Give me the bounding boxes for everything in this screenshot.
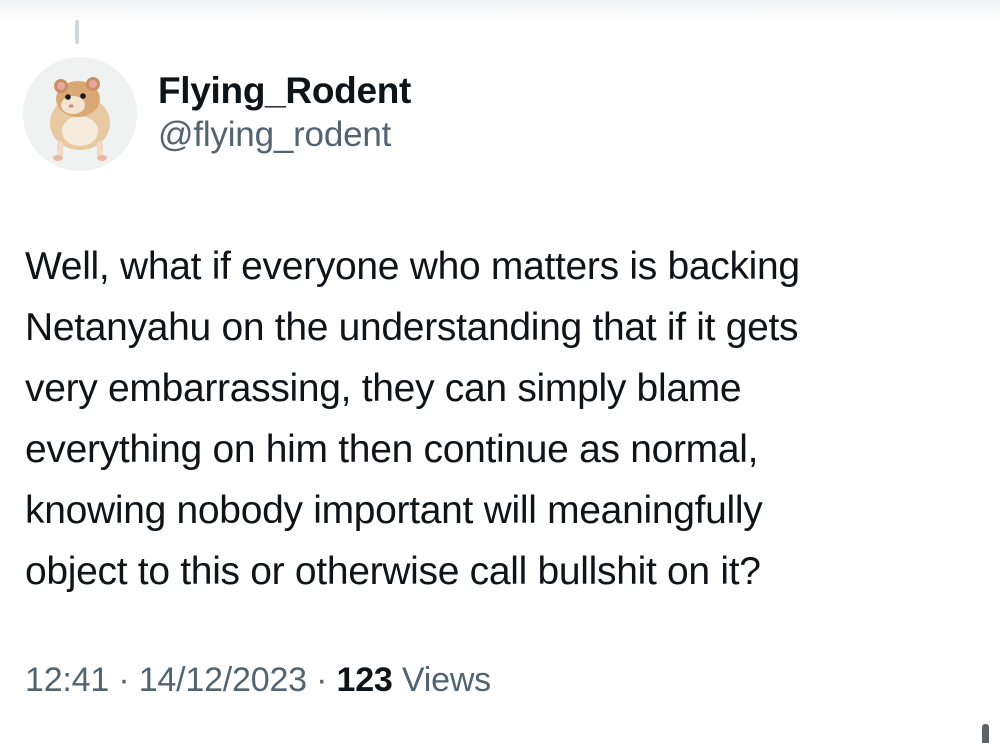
author-info: Flying_Rodent @flying_rodent	[158, 70, 411, 156]
thread-connector-line	[75, 20, 79, 44]
tweet-time[interactable]: 12:41	[25, 661, 109, 699]
avatar[interactable]	[23, 57, 137, 171]
tweet-metadata: 12:41 · 14/12/2023 · 123 Views	[25, 658, 491, 702]
tweet-line: Well, what if everyone who matters is ba…	[25, 245, 800, 288]
display-name[interactable]: Flying_Rodent	[158, 70, 411, 112]
tweet-line: knowing nobody important will meaningful…	[25, 489, 763, 532]
tweet-line: object to this or otherwise call bullshi…	[25, 550, 761, 593]
meta-separator: ·	[316, 661, 328, 699]
author-handle[interactable]: @flying_rodent	[158, 114, 411, 156]
meta-separator: ·	[118, 661, 130, 699]
tweet-text: Well, what if everyone who matters is ba…	[25, 236, 985, 602]
hamster-avatar-icon	[23, 57, 137, 171]
scrollbar-thumb[interactable]	[982, 724, 989, 743]
top-fade	[0, 0, 1000, 26]
views-label: Views	[401, 661, 491, 699]
tweet-date[interactable]: 14/12/2023	[139, 661, 307, 699]
tweet-line: Netanyahu on the understanding that if i…	[25, 306, 799, 349]
tweet-line: everything on him then continue as norma…	[25, 428, 759, 471]
tweet-line: very embarrassing, they can simply blame	[25, 367, 742, 410]
views-count: 123	[336, 661, 393, 699]
